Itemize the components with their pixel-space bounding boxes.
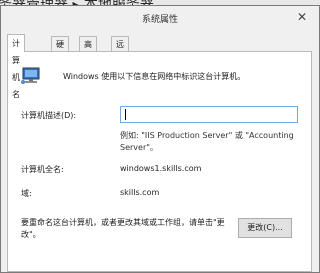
tab-remote[interactable]: 远程 bbox=[111, 36, 129, 64]
tab-advanced[interactable]: 高级 bbox=[79, 36, 97, 64]
intro-text: Windows 使用以下信息在网络中标识这台计算机。 bbox=[63, 72, 246, 81]
domain-label: 域: bbox=[21, 189, 32, 198]
close-button[interactable]: ✕ bbox=[293, 9, 311, 25]
example-hint: 例如: "IIS Production Server" 或 "Accountin… bbox=[120, 131, 294, 152]
computer-name-panel: Windows 使用以下信息在网络中标识这台计算机。 计算机描述(D): 例如:… bbox=[7, 51, 312, 272]
rename-instructions: 要重命名这台计算机，或者更改其域或工作组，请单击"更改"。 bbox=[21, 218, 225, 239]
tab-computer-name[interactable]: 计算机名 bbox=[7, 34, 25, 99]
computer-description-label: 计算机描述(D): bbox=[21, 111, 77, 120]
computer-description-input[interactable] bbox=[120, 106, 298, 123]
tab-hardware[interactable]: 硬件 bbox=[51, 36, 69, 64]
dialog-titlebar[interactable]: 系统属性 ✕ bbox=[1, 6, 319, 30]
text-caret bbox=[125, 109, 126, 120]
system-properties-dialog: 系统属性 ✕ 计算机名 硬件 高级 远程 Windows 使用以下信息在网络中标… bbox=[0, 5, 320, 273]
full-computer-name-value: windows1.skills.com bbox=[120, 164, 202, 173]
full-computer-name-label: 计算机全名: bbox=[21, 165, 64, 174]
computer-icon bbox=[21, 67, 40, 84]
dialog-title: 系统属性 bbox=[141, 15, 178, 25]
close-icon: ✕ bbox=[296, 10, 308, 24]
change-button[interactable]: 更改(C)... bbox=[238, 218, 292, 238]
domain-value: skills.com bbox=[120, 188, 160, 197]
